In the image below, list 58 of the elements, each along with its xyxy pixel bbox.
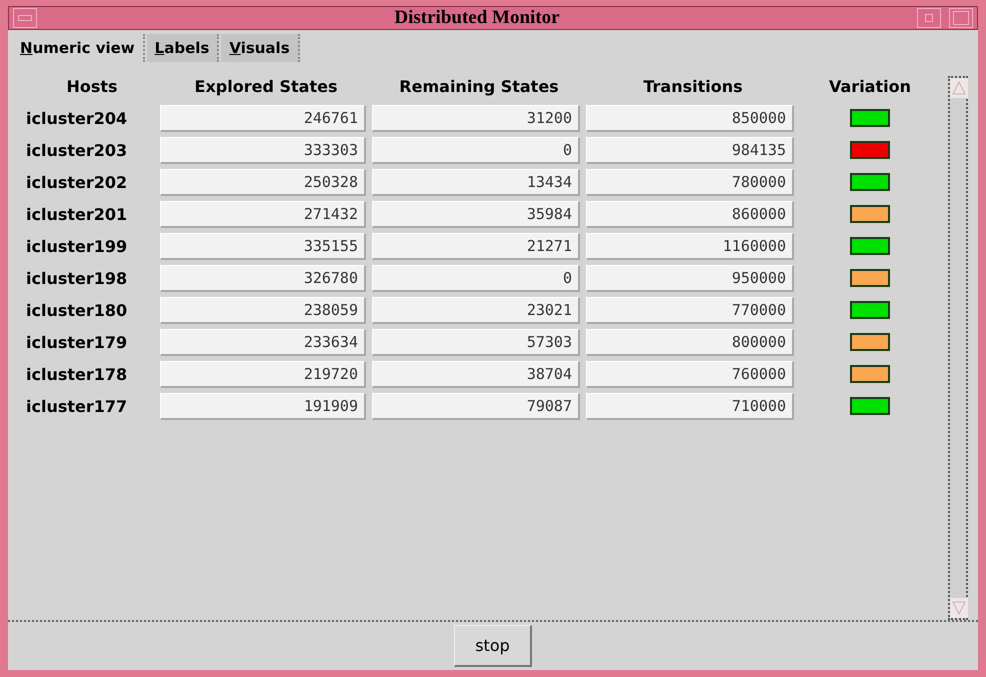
host-name: icluster180	[25, 300, 128, 320]
value-field: 780000	[586, 168, 794, 196]
value-field: 0	[372, 136, 580, 164]
value-field: 219720	[160, 360, 366, 388]
minimize-button[interactable]	[917, 8, 941, 28]
value-field: 13434	[372, 168, 580, 196]
value-field: 57303	[372, 328, 580, 356]
column-header: Explored States	[194, 76, 338, 96]
value-field: 800000	[586, 328, 794, 356]
maximize-button[interactable]	[949, 8, 973, 28]
value-field: 326780	[160, 264, 366, 292]
host-name: icluster203	[25, 140, 128, 160]
value-field: 770000	[586, 296, 794, 324]
stop-button[interactable]: stop	[454, 625, 532, 667]
value-field: 271432	[160, 200, 366, 228]
value-field: 710000	[586, 392, 794, 420]
value-field: 233634	[160, 328, 366, 356]
value-field: 860000	[586, 200, 794, 228]
column-header: Remaining States	[399, 76, 559, 96]
column-header: Variation	[829, 76, 911, 96]
tab[interactable]: Labels	[146, 34, 220, 62]
value-field: 21271	[372, 232, 580, 260]
value-field: 23021	[372, 296, 580, 324]
value-field: 250328	[160, 168, 366, 196]
host-name: icluster177	[25, 396, 128, 416]
column-header: Transitions	[643, 76, 743, 96]
host-name: icluster199	[25, 236, 128, 256]
scroll-down-icon[interactable]	[950, 598, 968, 618]
value-field: 850000	[586, 104, 794, 132]
host-name: icluster204	[25, 108, 128, 128]
host-name: icluster202	[25, 172, 128, 192]
host-name: icluster201	[25, 204, 128, 224]
scroll-up-icon[interactable]	[950, 78, 968, 98]
host-name: icluster198	[25, 268, 128, 288]
bar-icon	[18, 15, 32, 21]
square-icon	[925, 14, 933, 22]
value-field: 984135	[586, 136, 794, 164]
window-title: Distributed Monitor	[393, 7, 561, 29]
value-field: 760000	[586, 360, 794, 388]
host-name: icluster179	[25, 332, 128, 352]
value-field: 335155	[160, 232, 366, 260]
value-field: 191909	[160, 392, 366, 420]
value-field: 333303	[160, 136, 366, 164]
square-icon	[953, 11, 969, 25]
host-name: icluster178	[25, 364, 128, 384]
tab[interactable]: Visuals	[221, 34, 300, 62]
value-field: 79087	[372, 392, 580, 420]
value-field: 238059	[160, 296, 366, 324]
value-field: 35984	[372, 200, 580, 228]
column-header: Hosts	[66, 76, 118, 96]
value-field: 0	[372, 264, 580, 292]
value-field: 246761	[160, 104, 366, 132]
value-field: 950000	[586, 264, 794, 292]
value-field: 31200	[372, 104, 580, 132]
value-field: 1160000	[586, 232, 794, 260]
value-field: 38704	[372, 360, 580, 388]
scrollbar[interactable]	[948, 76, 968, 620]
window-menu-button[interactable]	[13, 8, 37, 28]
